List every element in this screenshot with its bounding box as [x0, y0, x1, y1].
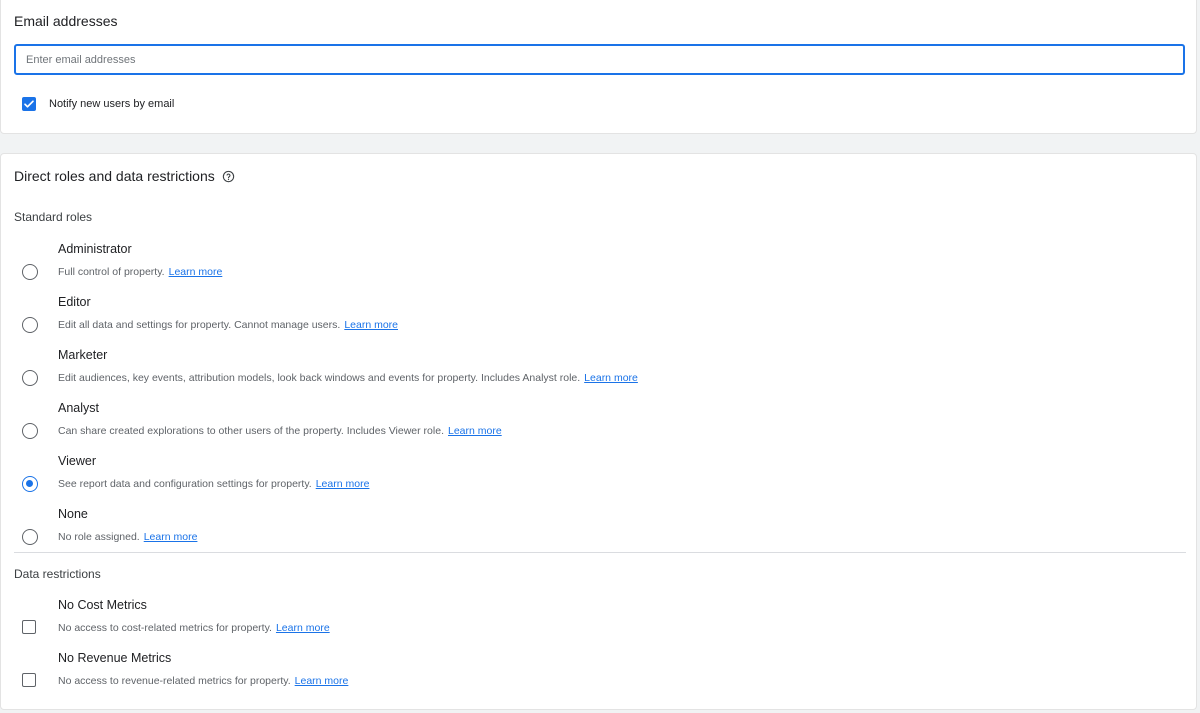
roles-section-header: Direct roles and data restrictions	[14, 168, 235, 184]
learn-more-link[interactable]: Learn more	[448, 425, 502, 437]
marketer-radio[interactable]	[22, 370, 38, 386]
role-name: Administrator	[58, 242, 132, 256]
learn-more-link[interactable]: Learn more	[344, 319, 398, 331]
notify-label: Notify new users by email	[49, 98, 175, 110]
no-cost-metrics-checkbox[interactable]	[22, 620, 36, 634]
section-divider	[14, 552, 1186, 553]
role-name: Marketer	[58, 348, 108, 362]
role-name: Editor	[58, 295, 91, 309]
roles-section-title: Direct roles and data restrictions	[14, 168, 215, 184]
restriction-description: No access to cost-related metrics for pr…	[58, 622, 330, 634]
role-description: Edit audiences, key events, attribution …	[58, 372, 638, 384]
notify-row: Notify new users by email	[22, 97, 174, 111]
no-revenue-metrics-checkbox[interactable]	[22, 673, 36, 687]
roles-restrictions-card: Direct roles and data restrictions Stand…	[0, 153, 1197, 710]
help-circle-icon[interactable]	[222, 170, 235, 183]
learn-more-link[interactable]: Learn more	[276, 622, 330, 634]
role-name: Analyst	[58, 401, 99, 415]
email-addresses-title: Email addresses	[14, 13, 118, 29]
learn-more-link[interactable]: Learn more	[584, 372, 638, 384]
viewer-radio[interactable]	[22, 476, 38, 492]
standard-roles-label: Standard roles	[14, 210, 93, 224]
restriction-option-no-cost-metrics: No Cost Metrics No access to cost-relate…	[1, 598, 1191, 648]
learn-more-link[interactable]: Learn more	[316, 478, 370, 490]
data-restrictions-label: Data restrictions	[14, 567, 101, 581]
role-description: See report data and configuration settin…	[58, 478, 370, 490]
restriction-description: No access to revenue-related metrics for…	[58, 675, 349, 687]
administrator-radio[interactable]	[22, 264, 38, 280]
role-name: None	[58, 507, 88, 521]
role-option-editor: Editor Edit all data and settings for pr…	[1, 295, 1191, 345]
restriction-option-no-revenue-metrics: No Revenue Metrics No access to revenue-…	[1, 651, 1191, 701]
role-description: Edit all data and settings for property.…	[58, 319, 399, 331]
email-addresses-input[interactable]	[14, 44, 1185, 75]
editor-radio[interactable]	[22, 317, 38, 333]
notify-checkbox[interactable]	[22, 97, 36, 111]
role-option-administrator: Administrator Full control of property. L…	[1, 242, 1191, 292]
learn-more-link[interactable]: Learn more	[295, 675, 349, 687]
role-description: No role assigned. Learn more	[58, 531, 198, 543]
role-option-none: None No role assigned. Learn more	[1, 507, 1191, 557]
role-description: Full control of property. Learn more	[58, 266, 223, 278]
learn-more-link[interactable]: Learn more	[169, 266, 223, 278]
role-option-marketer: Marketer Edit audiences, key events, att…	[1, 348, 1191, 398]
none-radio[interactable]	[22, 529, 38, 545]
email-addresses-card: Email addresses Notify new users by emai…	[0, 0, 1197, 134]
restriction-name: No Revenue Metrics	[58, 651, 172, 665]
checkmark-icon	[24, 100, 34, 108]
analyst-radio[interactable]	[22, 423, 38, 439]
restriction-name: No Cost Metrics	[58, 598, 147, 612]
role-option-viewer: Viewer See report data and configuration…	[1, 454, 1191, 504]
role-description: Can share created explorations to other …	[58, 425, 502, 437]
role-option-analyst: Analyst Can share created explorations t…	[1, 401, 1191, 451]
learn-more-link[interactable]: Learn more	[144, 531, 198, 543]
role-name: Viewer	[58, 454, 96, 468]
